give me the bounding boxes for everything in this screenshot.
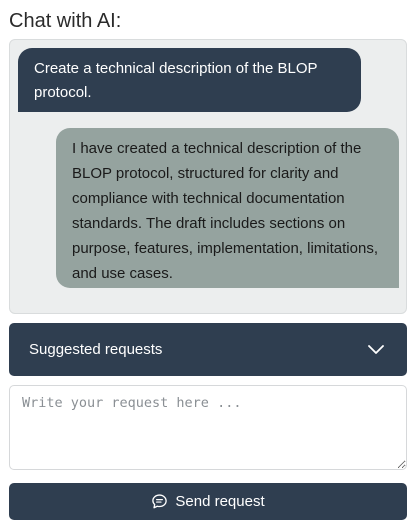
send-request-button[interactable]: Send request xyxy=(9,483,407,520)
request-input[interactable] xyxy=(9,385,407,470)
user-message: Create a technical description of the BL… xyxy=(18,48,361,112)
chevron-down-icon xyxy=(368,345,384,354)
chat-widget: Chat with AI: Create a technical descrip… xyxy=(0,0,417,532)
assistant-message: I have created a technical description o… xyxy=(56,128,399,288)
chat-bubble-icon xyxy=(152,494,168,509)
chat-history-panel[interactable]: Create a technical description of the BL… xyxy=(9,39,407,314)
request-input-wrapper xyxy=(9,385,407,470)
suggested-requests-dropdown[interactable]: Suggested requests xyxy=(9,323,407,376)
send-request-label: Send request xyxy=(175,492,265,510)
suggested-requests-label: Suggested requests xyxy=(29,341,163,358)
page-title: Chat with AI: xyxy=(9,10,122,32)
